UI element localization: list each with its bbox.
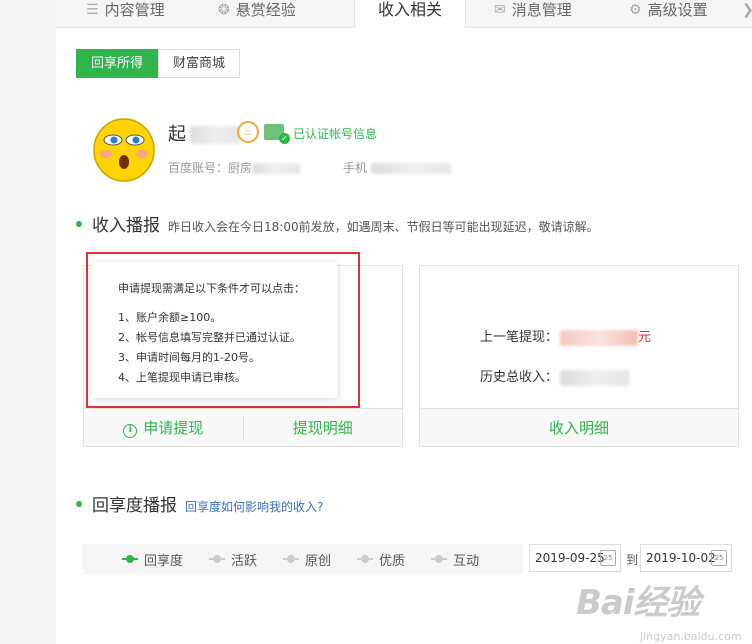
- top-tab-bar: ☰ 内容管理 ❂ 悬赏经验 收入相关 ✉ 消息管理 ⚙ 高级设置 ❯: [56, 0, 752, 28]
- redacted-account: [252, 163, 301, 174]
- redacted-name: [190, 126, 240, 144]
- apply-withdraw-button[interactable]: i 申请提现: [84, 417, 243, 438]
- tab-messages[interactable]: ✉ 消息管理: [484, 0, 582, 28]
- legend-marker-icon: [122, 555, 138, 563]
- tab-reward-experience[interactable]: ❂ 悬赏经验: [208, 0, 306, 28]
- legend-marker-icon: [431, 555, 448, 563]
- subtab-share-earnings[interactable]: 回享所得: [76, 49, 159, 78]
- history-total-row: 历史总收入：: [480, 358, 651, 398]
- phone-number: 手机: [343, 159, 452, 176]
- tab-more[interactable]: ❯: [732, 0, 752, 28]
- list-icon: ☰: [86, 2, 99, 18]
- last-withdraw-row: 上一笔提现： 元: [480, 330, 652, 346]
- user-name: 起: [168, 120, 240, 146]
- income-card-footer: 收入明细: [420, 408, 738, 446]
- legend-marker-icon: [283, 555, 300, 563]
- info-icon: i: [123, 424, 138, 438]
- avatar: [93, 118, 155, 182]
- legend-marker-icon: [209, 555, 226, 563]
- withdraw-card-footer: i 申请提现 提现明细: [84, 408, 402, 446]
- certified-badge-icon: [264, 124, 290, 144]
- income-summary: 上一笔提现： 元 历史总收入：: [480, 318, 651, 398]
- calendar-icon[interactable]: 25: [600, 550, 616, 566]
- income-summary-card: 上一笔提现： 元 历史总收入： 收入明细: [419, 265, 739, 447]
- filter-interaction[interactable]: 互动: [431, 550, 479, 569]
- certified-account-link[interactable]: 已认证帐号信息: [293, 125, 377, 142]
- withdraw-detail-button[interactable]: 提现明细: [244, 417, 403, 438]
- filter-quality[interactable]: 优质: [357, 550, 405, 569]
- mail-icon: ✉: [494, 2, 506, 18]
- more-icon: ❯: [742, 0, 752, 24]
- subtab-wealth-mall[interactable]: 财富商城: [158, 49, 241, 78]
- highlight-box: [86, 252, 360, 408]
- redacted-amount: [560, 330, 639, 346]
- medal-icon: ❂: [218, 2, 230, 18]
- share-index-help-link[interactable]: 回享度如何影响我的收入?: [185, 498, 323, 515]
- end-date-input[interactable]: 2019-10-02 25: [640, 544, 732, 572]
- watermark-logo: Bai经验: [576, 583, 701, 623]
- level-medal-icon: ♨: [237, 121, 259, 143]
- share-index-header: 回享度播报 回享度如何影响我的收入?: [76, 491, 323, 516]
- baidu-account: 百度账号：厨房: [168, 159, 301, 176]
- filter-original[interactable]: 原创: [283, 550, 331, 569]
- redacted-total: [560, 370, 631, 386]
- watermark-url: jingyan.baidu.com: [640, 630, 742, 643]
- watermark: Bai经验 jingyan.baidu.com: [576, 575, 742, 643]
- income-detail-button[interactable]: 收入明细: [420, 417, 738, 438]
- date-range-separator: 到: [626, 553, 639, 567]
- sub-tab-bar: 回享所得 财富商城: [76, 49, 241, 78]
- section-dot-icon: [76, 221, 82, 227]
- metric-filter-bar: 回享度 活跃 原创 优质 互动: [82, 544, 523, 574]
- redacted-phone: [371, 163, 452, 174]
- section-dot-icon: [76, 501, 82, 507]
- income-broadcast-header: 收入播报 昨日收入会在今日18:00前发放，如遇周末、节假日等可能出现延迟，敬请…: [76, 211, 599, 236]
- tab-income[interactable]: 收入相关: [354, 0, 466, 28]
- calendar-icon[interactable]: 25: [711, 550, 727, 566]
- tab-advanced-settings[interactable]: ⚙ 高级设置: [619, 0, 718, 28]
- page: ☰ 内容管理 ❂ 悬赏经验 收入相关 ✉ 消息管理 ⚙ 高级设置 ❯ 回享所得 …: [56, 0, 752, 644]
- legend-marker-icon: [357, 555, 374, 563]
- gear-icon: ⚙: [629, 2, 642, 18]
- start-date-input[interactable]: 2019-09-25 25: [529, 544, 621, 572]
- tab-content-manage[interactable]: ☰ 内容管理: [76, 0, 175, 28]
- filter-active[interactable]: 活跃: [209, 550, 257, 569]
- filter-share-index[interactable]: 回享度: [122, 550, 183, 569]
